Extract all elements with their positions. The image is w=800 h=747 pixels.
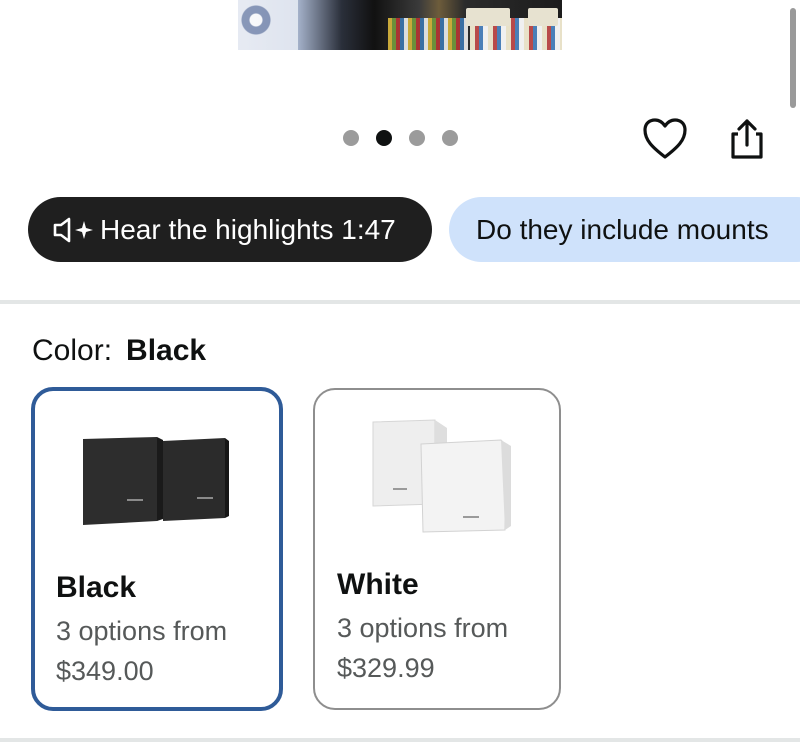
product-thumbnail-white bbox=[372, 419, 511, 533]
question-suggestion-label: Do they include mounts bbox=[476, 213, 769, 245]
product-thumbnail-black bbox=[83, 437, 229, 525]
scrollbar[interactable] bbox=[790, 8, 796, 108]
photo-detail bbox=[388, 18, 468, 50]
share-icon bbox=[731, 119, 763, 159]
speaker-sparkle-icon bbox=[53, 217, 93, 242]
carousel-indicator bbox=[343, 130, 458, 146]
photo-detail bbox=[238, 0, 298, 50]
wishlist-button[interactable] bbox=[642, 117, 688, 161]
photo-detail bbox=[528, 8, 558, 26]
carousel-dot-active[interactable] bbox=[376, 130, 392, 146]
color-label-text: Color: bbox=[32, 334, 113, 367]
color-label: Color: Black bbox=[32, 334, 206, 368]
share-button[interactable] bbox=[724, 116, 770, 162]
selected-color-value: Black bbox=[126, 334, 207, 367]
color-option-white[interactable]: White 3 options from $329.99 bbox=[313, 388, 561, 710]
hear-highlights-label: Hear the highlights 1:47 bbox=[100, 213, 396, 245]
section-divider bbox=[0, 300, 800, 304]
carousel-dot[interactable] bbox=[409, 130, 425, 146]
carousel-dot[interactable] bbox=[442, 130, 458, 146]
hear-highlights-button[interactable]: Hear the highlights 1:47 bbox=[28, 197, 432, 262]
section-divider bbox=[0, 738, 800, 742]
carousel-dot[interactable] bbox=[343, 130, 359, 146]
product-image[interactable] bbox=[238, 0, 562, 50]
color-option-name: White bbox=[337, 568, 419, 601]
color-option-price: $329.99 bbox=[337, 653, 435, 683]
color-option-price: $349.00 bbox=[56, 656, 154, 686]
question-suggestion-button[interactable]: Do they include mounts bbox=[449, 197, 800, 262]
color-option-black[interactable]: Black 3 options from $349.00 bbox=[31, 387, 283, 711]
color-option-subtitle: 3 options from bbox=[337, 613, 509, 643]
heart-icon bbox=[643, 118, 687, 159]
color-option-subtitle: 3 options from bbox=[56, 616, 228, 646]
photo-detail bbox=[466, 8, 510, 26]
color-option-name: Black bbox=[56, 571, 137, 604]
